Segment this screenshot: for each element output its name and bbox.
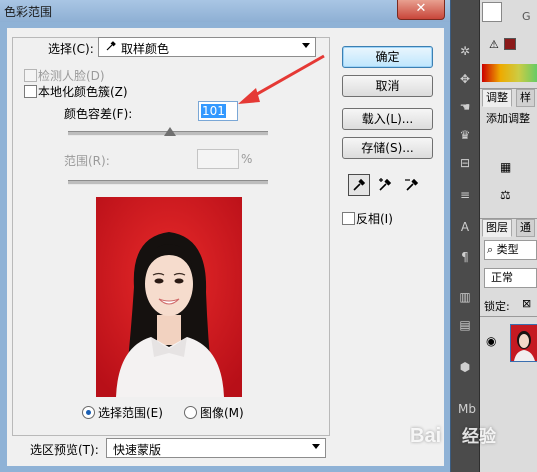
select-value: 取样颜色 <box>121 42 170 56</box>
tool-icon[interactable]: Mb <box>458 402 476 416</box>
gear-icon[interactable]: ✲ <box>458 44 472 58</box>
color-ramp[interactable] <box>482 64 537 82</box>
select-label: 选择(C): <box>48 42 94 56</box>
cancel-button[interactable]: 取消 <box>342 75 433 97</box>
blend-mode-dropdown[interactable]: 正常 <box>484 268 537 288</box>
balance-icon[interactable]: ⚖ <box>500 188 511 202</box>
eye-icon[interactable]: ◉ <box>486 334 496 348</box>
tool-icon[interactable]: ▥ <box>458 290 472 304</box>
eyedropper-plus-icon[interactable] <box>375 174 395 194</box>
divider <box>480 316 537 317</box>
eyedropper-icon[interactable] <box>348 174 370 196</box>
image-mode-label: 图像(M) <box>200 406 244 420</box>
chevron-down-icon <box>302 43 310 48</box>
load-button[interactable]: 载入(L)... <box>342 108 433 130</box>
photoshop-background: ✲ ✥ ☚ ♛ ⊟ ≡ A ¶ ▥ ▤ ⬢ Mb G ⚠ 调整 样 添加调整 ▦… <box>451 0 537 472</box>
range-input[interactable] <box>197 149 239 169</box>
move-icon[interactable]: ✥ <box>458 72 472 86</box>
tab-channels[interactable]: 通 <box>516 219 535 237</box>
invert-label: 反相(I) <box>356 212 393 226</box>
tool-icon[interactable]: ≡ <box>458 188 472 202</box>
tab-styles[interactable]: 样 <box>516 89 535 107</box>
dialog-titlebar[interactable]: 色彩范围 ✕ <box>0 0 450 22</box>
tab-layers[interactable]: 图层 <box>482 219 512 237</box>
dialog-title: 色彩范围 <box>4 5 53 19</box>
close-button[interactable]: ✕ <box>397 0 445 20</box>
fuzziness-label: 颜色容差(F): <box>64 107 133 121</box>
add-adjustment-text: 添加调整 <box>486 112 530 125</box>
selection-mode-label: 选择范围(E) <box>98 406 163 420</box>
layer-thumbnail[interactable] <box>510 324 537 362</box>
localized-clusters-checkbox[interactable] <box>24 85 37 98</box>
right-panels: G ⚠ 调整 样 添加调整 ▦ ⚖ 图层 通 ⌕ 类型 正常 锁定: ⊠ ◉ <box>480 0 537 472</box>
swatch-color-chip[interactable] <box>504 38 516 50</box>
tab-adjustments[interactable]: 调整 <box>482 89 512 107</box>
warning-icon: ⚠ <box>489 38 499 51</box>
range-unit: % <box>241 152 253 166</box>
range-label: 范围(R): <box>64 154 110 168</box>
preview-mode-label: 选区预览(T): <box>30 443 99 457</box>
lock-transparency-icon[interactable]: ⊠ <box>522 297 531 310</box>
image-mode-radio[interactable] <box>184 406 197 419</box>
save-button[interactable]: 存储(S)... <box>342 137 433 159</box>
paragraph-icon[interactable]: ¶ <box>458 250 472 264</box>
cube-icon[interactable]: ⬢ <box>458 360 472 374</box>
layer-kind-label: 类型 <box>496 243 519 256</box>
ok-button[interactable]: 确定 <box>342 46 433 68</box>
dialog-body: 选择(C): 取样颜色 检测人脸(D) 本地化颜色簇(Z) 颜色容差(F): 1… <box>7 28 444 466</box>
invert-checkbox[interactable] <box>342 212 355 225</box>
toolbar-column: ✲ ✥ ☚ ♛ ⊟ ≡ A ¶ ▥ ▤ ⬢ Mb <box>451 0 480 472</box>
svg-text:Bai: Bai <box>410 425 441 447</box>
color-model-label: G <box>522 10 531 23</box>
text-tool-icon[interactable]: A <box>458 220 472 234</box>
watermark-logo: Bai 经验 <box>410 420 510 455</box>
tool-icon[interactable]: ⊟ <box>458 156 472 170</box>
range-slider-track[interactable] <box>68 180 268 185</box>
tool-icon[interactable]: ▤ <box>458 318 472 332</box>
detect-faces-checkbox[interactable] <box>24 69 37 82</box>
annotation-arrow-icon <box>238 54 325 104</box>
layer-kind-filter[interactable]: ⌕ 类型 <box>484 240 537 260</box>
chevron-down-icon <box>312 444 320 449</box>
color-range-dialog: 色彩范围 ✕ 选择(C): 取样颜色 检测人脸(D) 本地化颜色簇(Z) 颜色容… <box>0 0 451 472</box>
blend-mode-value: 正常 <box>491 271 513 284</box>
levels-icon[interactable]: ▦ <box>500 160 511 174</box>
crown-icon[interactable]: ♛ <box>458 128 472 142</box>
eyedropper-icon <box>105 40 117 55</box>
hand-icon[interactable]: ☚ <box>458 100 472 114</box>
selection-mode-radio[interactable] <box>82 406 95 419</box>
preview-mode-value: 快速蒙版 <box>113 443 162 457</box>
lock-label: 锁定: <box>484 300 510 313</box>
fuzziness-slider-thumb[interactable] <box>164 127 176 136</box>
localized-clusters-label: 本地化颜色簇(Z) <box>38 85 128 99</box>
search-icon: ⌕ <box>487 243 494 256</box>
selection-preview-image <box>96 197 242 397</box>
eyedropper-minus-icon[interactable] <box>402 174 422 194</box>
preview-mode-dropdown[interactable]: 快速蒙版 <box>106 438 326 458</box>
svg-text:经验: 经验 <box>462 426 497 447</box>
fuzziness-value: 101 <box>201 104 226 118</box>
detect-faces-label: 检测人脸(D) <box>38 69 105 83</box>
color-swatch[interactable] <box>482 2 502 22</box>
